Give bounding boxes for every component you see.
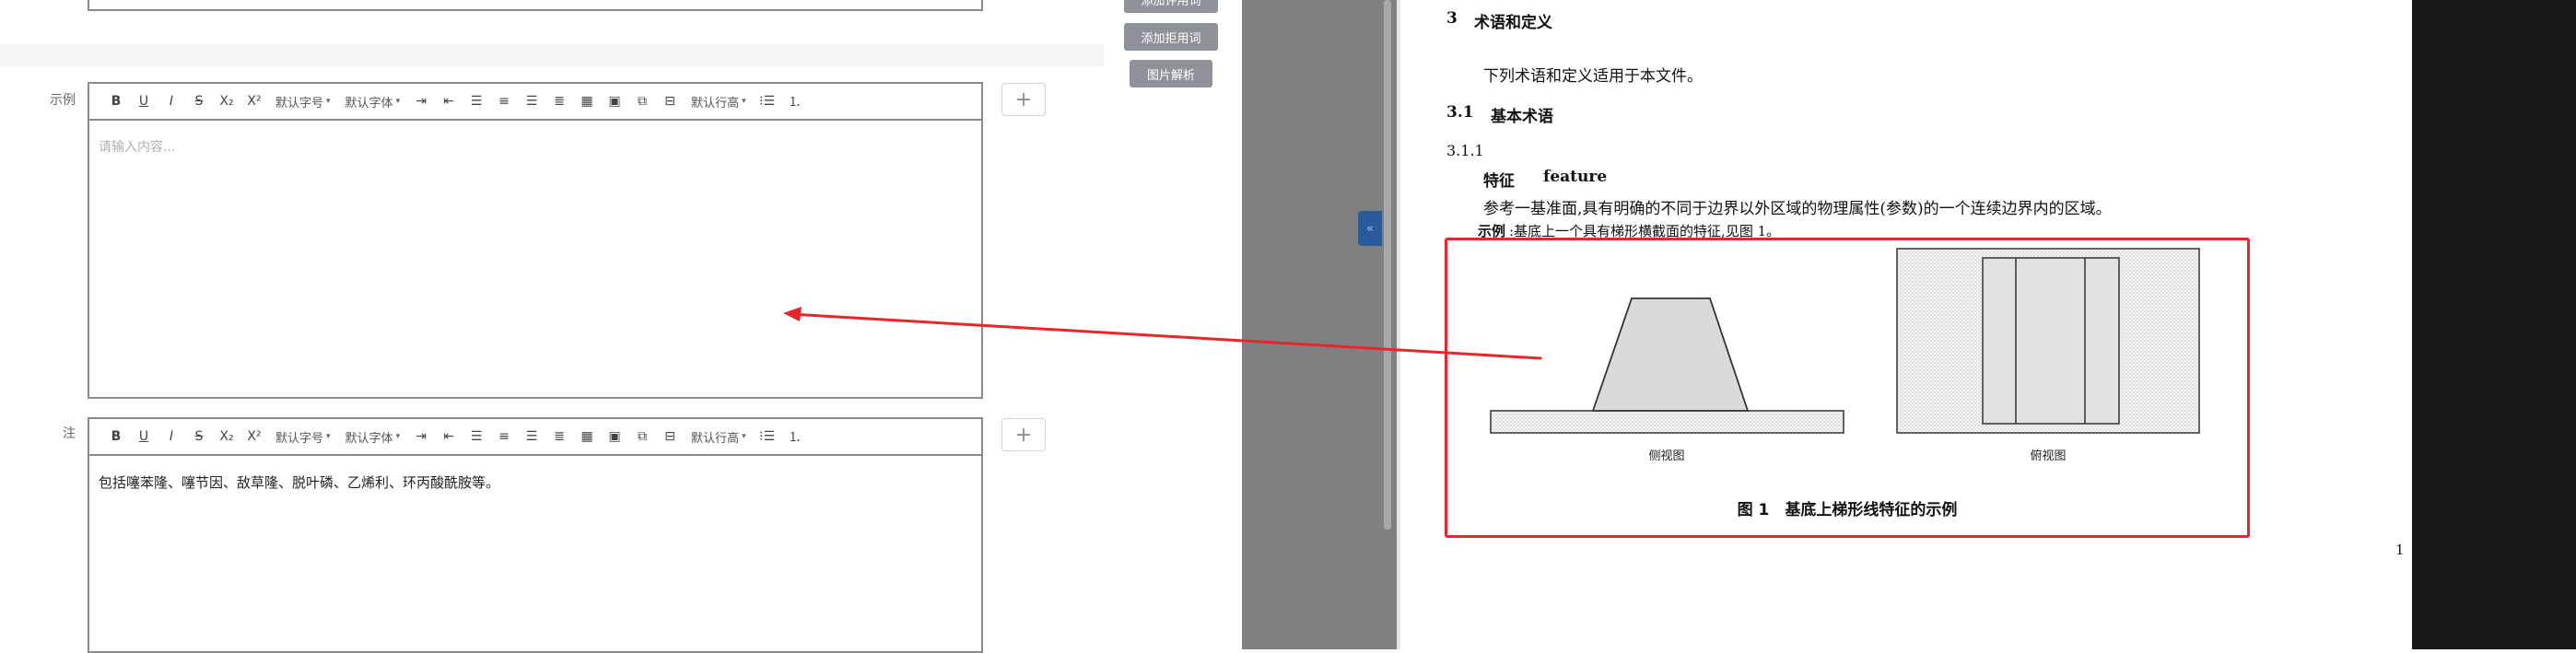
table-icon[interactable]: ▦	[573, 424, 601, 449]
add-note-button[interactable]: +	[1001, 418, 1046, 451]
add-example-button[interactable]: +	[1001, 83, 1046, 116]
numbered-list-icon[interactable]: ⒈	[781, 424, 809, 449]
chevron-down-icon: ▾	[742, 432, 746, 441]
add-preferred-term-button[interactable]: 添加评用词	[1124, 0, 1218, 13]
subscript-button[interactable]: X₂	[213, 424, 240, 449]
align-left-icon[interactable]: ☰	[463, 88, 490, 114]
chevron-down-icon: ▾	[395, 432, 401, 441]
horizontal-rule-icon[interactable]: ⊟	[656, 424, 684, 449]
align-left-icon[interactable]: ☰	[463, 424, 490, 449]
example-field-label: 示例	[50, 93, 76, 108]
section-divider	[0, 44, 1104, 66]
note-field-label: 注	[63, 426, 76, 441]
image-icon[interactable]: ▣	[601, 88, 628, 114]
example-placeholder: 请输入内容...	[99, 140, 176, 155]
italic-button[interactable]: I	[158, 88, 185, 114]
strikethrough-button[interactable]: S	[185, 88, 213, 114]
line-feature-top	[1982, 257, 2120, 425]
image-upload-icon[interactable]: ⧉	[628, 424, 656, 449]
top-view-label: 俯视图	[2030, 449, 2066, 463]
example-toolbar: B U I S X₂ X² 默认字号 ▾ 默认字体 ▾ ⇥ ⇤ ☰ ≡ ☰ ≣ ▦ …	[88, 82, 983, 121]
font-family-select[interactable]: 默认字体 ▾	[338, 424, 408, 449]
align-center-icon[interactable]: ≡	[490, 88, 518, 114]
align-justify-icon[interactable]: ≣	[545, 88, 573, 114]
section-title: 术语和定义	[1474, 14, 1552, 32]
note-toolbar: B U I S X₂ X² 默认字号 ▾ 默认字体 ▾ ⇥ ⇤ ☰ ≡ ☰ ≣ ▦ …	[88, 417, 983, 456]
image-upload-icon[interactable]: ⧉	[628, 88, 656, 114]
font-family-label: 默认字体	[345, 96, 393, 111]
term-number: 3.1.1	[1446, 142, 1484, 159]
horizontal-rule-icon[interactable]: ⊟	[656, 88, 684, 114]
previous-editor-bottom	[88, 0, 983, 11]
underline-button[interactable]: U	[130, 424, 158, 449]
chevron-down-icon: ▾	[326, 97, 331, 106]
line-height-label: 默认行高	[691, 431, 740, 446]
font-size-select[interactable]: 默认字号 ▾	[268, 88, 338, 114]
note-editor[interactable]: 包括噻苯隆、噻节因、敌草隆、脱叶磷、乙烯利、环丙酸酰胺等。	[88, 456, 983, 653]
line-height-select[interactable]: 默认行高 ▾	[684, 88, 754, 114]
font-family-label: 默认字体	[345, 431, 393, 446]
numbered-list-icon[interactable]: ⒈	[781, 88, 809, 114]
chevron-down-icon: ▾	[742, 97, 746, 106]
trapezoid-figure: 侧视图 俯视图 图 1 基底上梯形线特征的示例	[1490, 248, 2200, 519]
chevron-down-icon: ▾	[326, 432, 331, 441]
bold-button[interactable]: B	[102, 424, 130, 449]
substrate-side	[1490, 410, 1844, 434]
image-parse-button[interactable]: 图片解析	[1130, 60, 1212, 87]
subscript-button[interactable]: X₂	[213, 88, 240, 114]
align-right-icon[interactable]: ☰	[518, 88, 545, 114]
action-strip: 添加评用词 添加拒用词 图片解析	[1104, 0, 1242, 649]
definition-text: 参考一基准面,具有明确的不同于边界以外区域的物理属性(参数)的一个连续边界内的区…	[1483, 200, 2112, 218]
vertical-scrollbar[interactable]	[1384, 0, 1391, 530]
strikethrough-button[interactable]: S	[185, 424, 213, 449]
intro-paragraph: 下列术语和定义适用于本文件。	[1483, 67, 1703, 86]
italic-button[interactable]: I	[158, 424, 185, 449]
viewer-gutter	[1242, 0, 1397, 649]
align-justify-icon[interactable]: ≣	[545, 424, 573, 449]
line-height-select[interactable]: 默认行高 ▾	[684, 424, 754, 449]
term-english: feature	[1543, 168, 1608, 186]
figure-caption: 图 1 基底上梯形线特征的示例	[1738, 500, 1958, 519]
bullet-list-icon[interactable]: ⁝☰	[754, 424, 781, 449]
outer-background	[2412, 0, 2576, 649]
font-family-select[interactable]: 默认字体 ▾	[338, 88, 408, 114]
outdent-icon[interactable]: ⇤	[435, 88, 463, 114]
subsection-number: 3.1	[1446, 103, 1474, 122]
table-icon[interactable]: ▦	[573, 88, 601, 114]
trapezoid-feature	[1591, 297, 1750, 412]
chevron-down-icon: ▾	[395, 97, 401, 106]
page-number: 1	[2395, 542, 2405, 558]
align-right-icon[interactable]: ☰	[518, 424, 545, 449]
superscript-button[interactable]: X²	[240, 88, 268, 114]
section-number: 3	[1446, 9, 1458, 28]
indent-icon[interactable]: ⇥	[407, 88, 435, 114]
example-editor[interactable]: 请输入内容...	[88, 121, 983, 399]
outdent-icon[interactable]: ⇤	[435, 424, 463, 449]
font-size-label: 默认字号	[275, 96, 324, 111]
image-icon[interactable]: ▣	[601, 424, 628, 449]
bold-button[interactable]: B	[102, 88, 130, 114]
line-height-label: 默认行高	[691, 96, 740, 111]
subsection-title: 基本术语	[1491, 108, 1553, 126]
font-size-label: 默认字号	[275, 431, 324, 446]
bullet-list-icon[interactable]: ⁝☰	[754, 88, 781, 114]
font-size-select[interactable]: 默认字号 ▾	[268, 424, 338, 449]
indent-icon[interactable]: ⇥	[407, 424, 435, 449]
underline-button[interactable]: U	[130, 88, 158, 114]
superscript-button[interactable]: X²	[240, 424, 268, 449]
add-rejected-term-button[interactable]: 添加拒用词	[1124, 23, 1218, 51]
editor-panel: 示例 B U I S X₂ X² 默认字号 ▾ 默认字体 ▾ ⇥ ⇤ ☰ ≡ ☰ ≣…	[0, 0, 1104, 653]
figure-highlight-box[interactable]: 侧视图 俯视图 图 1 基底上梯形线特征的示例	[1445, 238, 2250, 538]
term-chinese: 特征	[1483, 172, 1515, 191]
align-center-icon[interactable]: ≡	[490, 424, 518, 449]
note-content: 包括噻苯隆、噻节因、敌草隆、脱叶磷、乙烯利、环丙酸酰胺等。	[99, 474, 500, 491]
side-view-label: 侧视图	[1648, 449, 1684, 463]
collapse-tab-icon[interactable]: «	[1358, 211, 1382, 246]
